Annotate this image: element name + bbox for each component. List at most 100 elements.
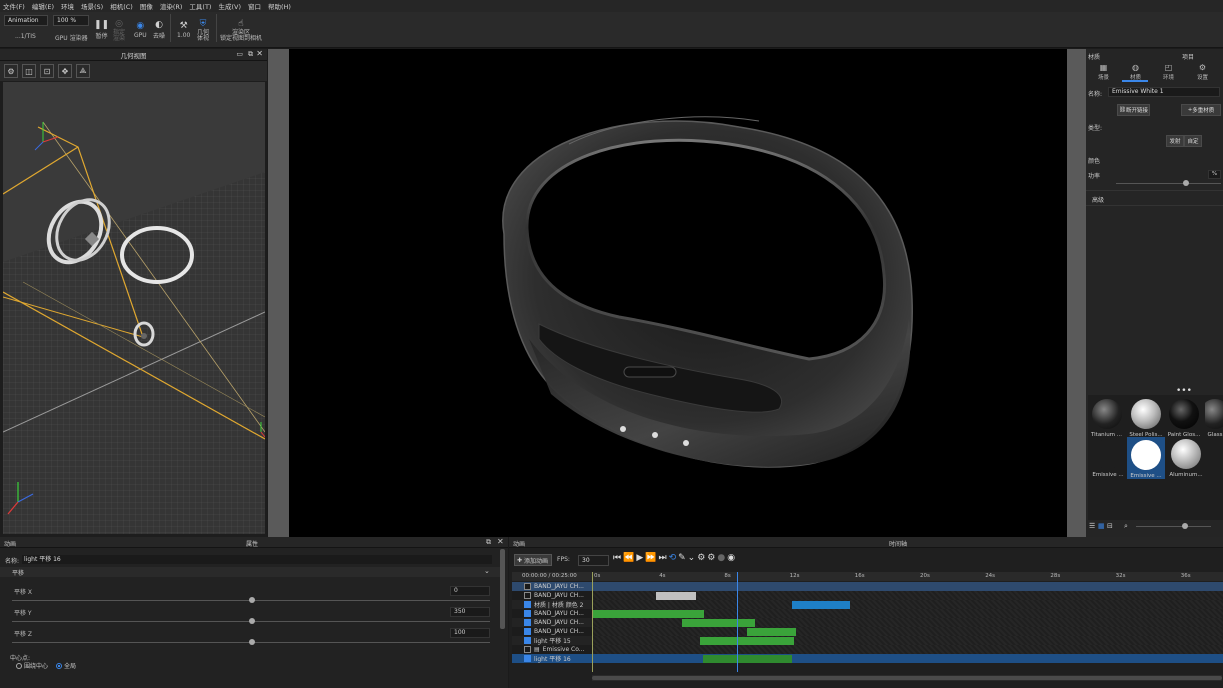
zoom-fit-icon[interactable]: ⊡ bbox=[40, 64, 54, 78]
skip-end-icon[interactable]: ⏭ bbox=[658, 553, 666, 563]
timeline-start-marker[interactable] bbox=[592, 572, 593, 672]
track-enable-checkbox[interactable] bbox=[524, 583, 531, 590]
translate-y-input[interactable]: 350 bbox=[450, 607, 490, 617]
close-icon[interactable]: ✕ bbox=[497, 537, 504, 546]
menu-help[interactable]: 帮助(H) bbox=[268, 1, 291, 11]
tree-view-icon[interactable]: ⊟ bbox=[1107, 522, 1113, 530]
keyframe-bar-green[interactable] bbox=[592, 609, 705, 618]
loop-icon[interactable]: ⟲ bbox=[669, 553, 677, 563]
pivot-radio-center[interactable]: 围绕中心 bbox=[16, 661, 48, 670]
cube-icon[interactable]: ◫ bbox=[22, 64, 36, 78]
unlink-button[interactable]: ⛓ 断开链接 bbox=[1117, 104, 1150, 116]
menu-generate[interactable]: 生成(V) bbox=[218, 1, 241, 11]
intensity-slider-knob[interactable] bbox=[1183, 180, 1189, 186]
move-icon[interactable]: ✥ bbox=[58, 64, 72, 78]
translate-section[interactable]: 平移 ⌄ bbox=[0, 567, 500, 577]
type-custom-button[interactable]: 自定 bbox=[1184, 135, 1202, 147]
float-icon[interactable]: ⧉ bbox=[248, 50, 253, 59]
next-frame-icon[interactable]: ⏩ bbox=[645, 553, 656, 563]
pivot-radio-global[interactable]: 全局 bbox=[56, 661, 76, 670]
track-enable-checkbox[interactable] bbox=[524, 628, 531, 635]
menu-image[interactable]: 图像 bbox=[140, 1, 153, 11]
gear-icon[interactable]: ⚙ bbox=[4, 64, 18, 78]
material-swatch-selected[interactable]: Emissive ... bbox=[1127, 437, 1165, 479]
geometry-view-button[interactable]: ⛨ 几何 体视 bbox=[197, 14, 209, 46]
menu-environment[interactable]: 环境 bbox=[61, 1, 74, 11]
tab-scene[interactable]: ▦ 场景 bbox=[1098, 63, 1109, 81]
timeline-track-row[interactable]: light 平移 16 bbox=[512, 654, 1223, 663]
multi-material-button[interactable]: + 多重材质 bbox=[1181, 104, 1221, 116]
type-emissive-button[interactable]: 发射 bbox=[1166, 135, 1184, 147]
denoise-button[interactable]: ◐ 去噪 bbox=[153, 14, 165, 46]
skip-start-icon[interactable]: ⏮ bbox=[613, 553, 621, 563]
record-off-icon[interactable]: ● bbox=[717, 553, 725, 563]
material-swatch[interactable]: Steel Polis... bbox=[1127, 399, 1165, 438]
keyframe-bar-gray[interactable] bbox=[655, 591, 697, 600]
track-enable-checkbox[interactable] bbox=[524, 655, 531, 662]
track-enable-checkbox[interactable] bbox=[524, 619, 531, 626]
preset-select[interactable]: Animation bbox=[4, 15, 48, 26]
properties-scrollbar[interactable] bbox=[500, 549, 505, 629]
translate-x-slider-knob[interactable] bbox=[249, 597, 255, 603]
track-enable-checkbox[interactable] bbox=[524, 637, 531, 644]
menu-file[interactable]: 文件(F) bbox=[3, 1, 25, 11]
keyframe-bar-green[interactable] bbox=[681, 618, 755, 627]
menu-camera[interactable]: 相机(C) bbox=[110, 1, 133, 11]
settings-icon[interactable]: ⚙ bbox=[707, 553, 715, 563]
brush-icon[interactable]: ✎ bbox=[678, 553, 686, 563]
material-swatch[interactable]: Titanium ... bbox=[1090, 399, 1123, 438]
timeline-track-row[interactable]: BAND_JAYU CH... bbox=[512, 627, 1223, 636]
timeline-track-row[interactable]: ▤ Emissive Co... bbox=[512, 645, 1223, 654]
track-enable-checkbox[interactable] bbox=[524, 601, 531, 608]
animation-tab[interactable]: 动画 bbox=[4, 539, 16, 548]
thumbnail-size-slider-knob[interactable] bbox=[1182, 523, 1188, 529]
lock-camera-button[interactable]: ☝ 渲染区 锁定视图到相机 bbox=[220, 14, 262, 46]
search-icon[interactable]: ⌕ bbox=[1124, 522, 1128, 531]
material-name-input[interactable]: Emissive White 1 bbox=[1108, 87, 1220, 97]
menu-render[interactable]: 渲染(R) bbox=[160, 1, 183, 11]
close-icon[interactable]: ✕ bbox=[256, 49, 263, 58]
translate-z-slider-knob[interactable] bbox=[249, 639, 255, 645]
intensity-slider-track[interactable] bbox=[1116, 183, 1221, 184]
timeline-track-row[interactable]: 材质 | 材质 颜色 2 bbox=[512, 600, 1223, 609]
fps-select[interactable]: 30 bbox=[578, 555, 609, 566]
animation-tab[interactable]: 动画 bbox=[513, 539, 525, 548]
material-swatch[interactable]: Glass bbox=[1205, 399, 1223, 438]
tab-material[interactable]: ◍ 材质 bbox=[1130, 63, 1141, 81]
menu-window[interactable]: 窗口 bbox=[248, 1, 261, 11]
object-name-input[interactable]: light 平移 16 bbox=[22, 555, 492, 564]
translate-x-input[interactable]: 0 bbox=[450, 586, 490, 596]
geometry-viewport[interactable] bbox=[3, 82, 265, 534]
record-icon[interactable]: ◉ bbox=[727, 553, 735, 563]
chevron-down-icon[interactable]: ⌄ bbox=[688, 553, 696, 563]
render-region-button[interactable]: ◎ 指定 渲染 bbox=[113, 14, 125, 46]
menu-scene[interactable]: 场景(S) bbox=[81, 1, 103, 11]
minimize-icon[interactable]: ▭ bbox=[236, 50, 243, 58]
keyframe-bar-green[interactable] bbox=[702, 654, 793, 663]
thumbnail-size-slider-track[interactable] bbox=[1136, 526, 1211, 527]
float-icon[interactable]: ⧉ bbox=[486, 538, 491, 547]
chevron-down-icon[interactable]: ⌄ bbox=[484, 567, 490, 575]
timeline-track-row[interactable]: BAND_JAYU CH... bbox=[512, 618, 1223, 627]
track-enable-checkbox[interactable] bbox=[524, 592, 531, 599]
render-viewport[interactable] bbox=[289, 49, 1067, 537]
grid-view-icon[interactable]: ▦ bbox=[1098, 522, 1105, 530]
translate-z-input[interactable]: 100 bbox=[450, 628, 490, 638]
intensity-unit[interactable]: % bbox=[1208, 170, 1221, 179]
timeline-playhead[interactable] bbox=[737, 572, 739, 672]
menu-edit[interactable]: 编辑(E) bbox=[32, 1, 54, 11]
tool-button[interactable]: ⚒ 1.00 bbox=[177, 14, 190, 46]
tab-environment[interactable]: ◰ 环境 bbox=[1163, 63, 1174, 81]
add-animation-button[interactable]: ✚ 添加动画 bbox=[514, 554, 552, 566]
timeline-scrollbar-thumb[interactable] bbox=[592, 676, 1222, 680]
timeline-track-row[interactable]: light 平移 15 bbox=[512, 636, 1223, 645]
keyframe-bar-blue[interactable] bbox=[792, 600, 850, 609]
pause-button[interactable]: ❚❚ 暂停 bbox=[94, 14, 109, 46]
keyframe-bar-green[interactable] bbox=[699, 636, 795, 645]
material-swatch[interactable]: Paint Glos... bbox=[1166, 399, 1202, 438]
menu-tools[interactable]: 工具(T) bbox=[189, 1, 211, 11]
translate-y-slider-knob[interactable] bbox=[249, 618, 255, 624]
material-swatch[interactable]: Emissive ... bbox=[1090, 439, 1126, 478]
track-enable-checkbox[interactable] bbox=[524, 610, 531, 617]
keyframe-bar-green[interactable] bbox=[746, 627, 796, 636]
